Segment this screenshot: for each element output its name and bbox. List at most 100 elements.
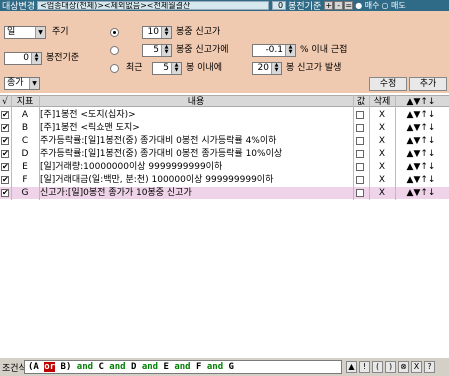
row-content: 주가등락률:[일]1봉전(중) 종가대비 0봉전 시가등락률 4%이하 <box>40 136 277 146</box>
bong-offset-field[interactable]: 0 <box>272 1 287 10</box>
column-divider <box>395 95 396 200</box>
near-newhigh-period-value: 5 <box>153 45 159 55</box>
row-order-buttons[interactable]: ▲▼↑↓ <box>396 148 446 160</box>
row-index: F <box>22 175 28 185</box>
row-index: A <box>21 110 29 120</box>
spinner-icon[interactable]: ▲ ▼ <box>271 63 281 74</box>
row-checkbox[interactable]: ✔ <box>1 189 9 197</box>
row-checkbox[interactable]: ✔ <box>1 150 9 158</box>
row-content: [일]거래량:10000000이상 9999999999이하 <box>40 162 223 172</box>
spinner-icon[interactable]: ▲ ▼ <box>161 27 171 38</box>
formula-open-paren-button[interactable]: ( <box>372 361 383 373</box>
price-type-select[interactable]: 종가 ▼ <box>4 77 40 90</box>
table-row[interactable]: ✔ F [일]거래대금(일:백만, 분:천) 100000이상 99999999… <box>0 174 449 186</box>
row-value-checkbox[interactable] <box>356 137 364 145</box>
bong-before-label: 봉전기준 <box>46 53 80 63</box>
formula-xor-button[interactable]: ⊗ <box>398 361 409 373</box>
table-row-selected[interactable]: ✔ G 신고가:[일]0봉전 종가가 10봉중 신고가 X ▲▼↑↓ <box>0 187 449 199</box>
price-type-value: 종가 <box>7 78 24 88</box>
sell-radio[interactable]: ○ 매도 <box>382 0 406 11</box>
plus-button[interactable]: + <box>324 1 334 10</box>
row-delete-button[interactable]: X <box>370 174 394 186</box>
row-value-checkbox[interactable] <box>356 124 364 132</box>
row-delete-button[interactable]: X <box>370 135 394 147</box>
target-scope-field[interactable]: <업종대상(전체)><제외없음><전체월결산 <box>37 1 270 10</box>
table-row[interactable]: ✔ C 주가등락률:[일]1봉전(중) 종가대비 0봉전 시가등락률 4%이하 … <box>0 135 449 147</box>
table-row[interactable]: ✔ D 주가등락률:[일]1봉전(중) 종가대비 0봉전 종가등락률 10%이상… <box>0 148 449 160</box>
recent-label: 최근 <box>126 63 143 73</box>
formula-input[interactable]: (A or B) and C and D and E and F and G <box>24 360 342 374</box>
formula-token: G <box>228 362 234 372</box>
formula-help-button[interactable]: ? <box>424 361 435 373</box>
top-toolbar: 대상변경 <업종대상(전체)><제외없음><전체월결산 0 봉전기준 + - =… <box>0 0 449 11</box>
option-newhigh-radio[interactable] <box>110 28 119 37</box>
row-delete-button[interactable]: X <box>370 187 394 199</box>
row-value-checkbox[interactable] <box>356 111 364 119</box>
row-value-checkbox[interactable] <box>356 189 364 197</box>
row-checkbox[interactable]: ✔ <box>1 176 9 184</box>
within-bong-label: 봉 이내에 <box>186 63 222 73</box>
minus-button[interactable]: - <box>334 1 344 10</box>
chevron-down-icon[interactable]: ▼ <box>35 27 45 38</box>
table-row[interactable]: ✔ A [주]1봉전 <도지(십자)> X ▲▼↑↓ <box>0 109 449 121</box>
row-delete-button[interactable]: X <box>370 161 394 173</box>
formula-not-button[interactable]: ! <box>359 361 370 373</box>
add-button[interactable]: 추가 <box>409 77 447 91</box>
formula-bar: 조건식 (A or B) and C and D and E and F and… <box>0 358 449 376</box>
spinner-icon[interactable]: ▲ ▼ <box>171 63 181 74</box>
formula-up-button[interactable]: ▲ <box>346 361 357 373</box>
row-value-checkbox[interactable] <box>356 163 364 171</box>
bong-basis-label: 봉전기준 <box>288 2 322 11</box>
row-order-buttons[interactable]: ▲▼↑↓ <box>396 135 446 147</box>
equal-button[interactable]: = <box>344 1 354 10</box>
row-order-buttons[interactable]: ▲▼↑↓ <box>396 187 446 199</box>
target-change-label[interactable]: 대상변경 <box>0 0 37 11</box>
spinner-icon[interactable]: ▲ ▼ <box>285 45 295 56</box>
row-order-buttons[interactable]: ▲▼↑↓ <box>396 161 446 173</box>
newhigh-period-value: 10 <box>147 27 159 37</box>
buy-radio[interactable]: ● 매수 <box>355 0 379 11</box>
spinner-icon[interactable]: ▲ ▼ <box>31 53 41 64</box>
option-recent-newhigh-radio[interactable] <box>110 64 119 73</box>
bong-before-stepper[interactable]: 0 ▲ ▼ <box>4 52 42 65</box>
column-divider <box>11 95 12 200</box>
row-delete-button[interactable]: X <box>370 109 394 121</box>
row-checkbox[interactable]: ✔ <box>1 124 9 132</box>
newhigh-occur-value: 20 <box>257 63 269 73</box>
newhigh-occur-stepper[interactable]: 20 ▲ ▼ <box>252 62 282 75</box>
chevron-down-icon[interactable]: ▼ <box>29 78 39 89</box>
newhigh-period-stepper[interactable]: 10 ▲ ▼ <box>142 26 172 39</box>
formula-token: and <box>201 362 229 372</box>
row-delete-button[interactable]: X <box>370 122 394 134</box>
recent-bong-stepper[interactable]: 5 ▲ ▼ <box>152 62 182 75</box>
spinner-icon[interactable]: ▲ ▼ <box>161 45 171 56</box>
row-order-buttons[interactable]: ▲▼↑↓ <box>396 122 446 134</box>
formula-token: or <box>44 362 56 372</box>
table-header: √ 지표 내용 값 삭제 ▲▼↑↓ <box>0 95 449 107</box>
edit-button[interactable]: 수정 <box>369 77 407 91</box>
row-order-buttons[interactable]: ▲▼↑↓ <box>396 109 446 121</box>
row-content: [주]1봉전 <도지(십자)> <box>40 110 136 120</box>
bong-before-value: 0 <box>23 53 29 63</box>
near-newhigh-period-stepper[interactable]: 5 ▲ ▼ <box>142 44 172 57</box>
row-index: C <box>21 136 29 146</box>
table-row[interactable]: ✔ E [일]거래량:10000000이상 9999999999이하 X ▲▼↑… <box>0 161 449 173</box>
formula-token: and <box>168 362 197 372</box>
formula-close-paren-button[interactable]: ) <box>385 361 396 373</box>
row-content: 신고가:[일]0봉전 종가가 10봉중 신고가 <box>40 188 192 198</box>
row-value-checkbox[interactable] <box>356 176 364 184</box>
near-percent-stepper[interactable]: -0.1 ▲ ▼ <box>252 44 296 57</box>
row-checkbox[interactable]: ✔ <box>1 111 9 119</box>
row-value-checkbox[interactable] <box>356 150 364 158</box>
period-select[interactable]: 일 ▼ <box>4 26 46 39</box>
table-row[interactable]: ✔ B [주]1봉전 <릭쇼맨 도지> X ▲▼↑↓ <box>0 122 449 134</box>
row-checkbox[interactable]: ✔ <box>1 163 9 171</box>
formula-delete-button[interactable]: X <box>411 361 422 373</box>
option-near-newhigh-radio[interactable] <box>110 46 119 55</box>
row-delete-button[interactable]: X <box>370 148 394 160</box>
row-checkbox[interactable]: ✔ <box>1 137 9 145</box>
row-order-buttons[interactable]: ▲▼↑↓ <box>396 174 446 186</box>
near-percent-label: % 이내 근접 <box>300 45 348 55</box>
header-order: ▲▼↑↓ <box>406 97 436 107</box>
row-index: D <box>21 149 29 159</box>
